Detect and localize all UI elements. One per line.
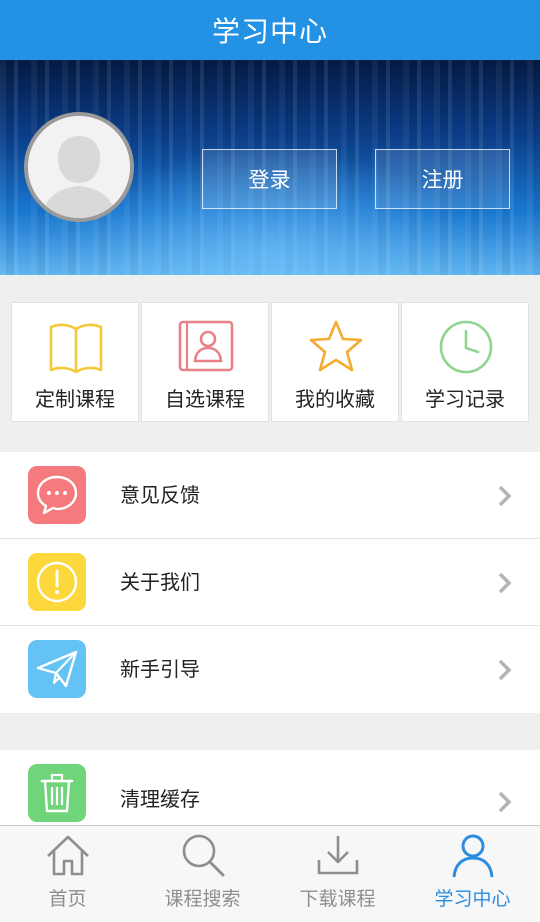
quick-entry-label: 学习记录 — [425, 387, 505, 411]
login-label: 登录 — [248, 168, 291, 192]
quick-entry-grid: 定制课程 自选课程 我的收藏 学习记录 — [0, 302, 540, 422]
paper-plane-icon — [28, 640, 86, 698]
tab-label: 首页 — [48, 888, 87, 910]
default-avatar-icon — [28, 116, 130, 218]
home-icon — [47, 835, 89, 876]
avatar[interactable] — [24, 112, 134, 222]
search-icon — [182, 834, 225, 877]
download-icon — [317, 836, 359, 875]
tab-label: 学习中心 — [434, 888, 511, 910]
chevron-right-icon — [498, 572, 512, 594]
quick-entry-study-history[interactable]: 学习记录 — [401, 302, 529, 422]
star-icon — [309, 320, 363, 372]
list-item-about[interactable]: 关于我们 — [0, 539, 540, 626]
tab-label: 课程搜索 — [164, 888, 241, 910]
trash-icon — [28, 764, 86, 822]
tab-download-course[interactable]: 下载课程 — [270, 826, 405, 922]
list-item-label: 新手引导 — [120, 657, 200, 681]
tab-course-search[interactable]: 课程搜索 — [135, 826, 270, 922]
chevron-right-icon — [498, 791, 512, 813]
person-icon — [452, 834, 494, 878]
tab-home[interactable]: 首页 — [0, 826, 135, 922]
list-item-label: 关于我们 — [120, 570, 200, 594]
bottom-tab-bar: 首页 课程搜索 下载课程 学习中心 — [0, 825, 540, 922]
list-item-guide[interactable]: 新手引导 — [0, 626, 540, 713]
tab-study-center[interactable]: 学习中心 — [405, 826, 540, 922]
register-label: 注册 — [421, 168, 464, 192]
settings-list: 意见反馈 关于我们 新手引导 — [0, 452, 540, 713]
quick-entry-label: 我的收藏 — [295, 387, 375, 411]
quick-entry-selected-course[interactable]: 自选课程 — [141, 302, 269, 422]
tab-label: 下载课程 — [299, 888, 376, 910]
quick-entry-label: 自选课程 — [165, 387, 245, 411]
quick-entry-custom-course[interactable]: 定制课程 — [11, 302, 139, 422]
list-item-feedback[interactable]: 意见反馈 — [0, 452, 540, 539]
quick-entry-favorites[interactable]: 我的收藏 — [271, 302, 399, 422]
list-item-label: 意见反馈 — [120, 483, 200, 507]
login-button[interactable]: 登录 — [202, 149, 337, 209]
chevron-right-icon — [498, 485, 512, 507]
contacts-book-icon — [178, 320, 234, 372]
register-button[interactable]: 注册 — [375, 149, 510, 209]
clock-icon — [439, 320, 493, 374]
title-bar: 学习中心 — [0, 0, 540, 60]
info-exclamation-icon — [28, 553, 86, 611]
chevron-right-icon — [498, 659, 512, 681]
quick-entry-label: 定制课程 — [35, 387, 115, 411]
profile-banner: 登录 注册 — [0, 60, 540, 275]
page-title: 学习中心 — [211, 15, 328, 48]
book-icon — [49, 323, 103, 374]
chat-bubble-icon — [28, 466, 86, 524]
